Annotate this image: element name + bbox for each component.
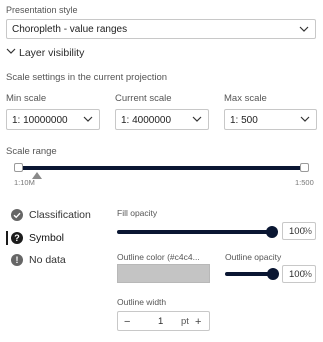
tab-no-data-label: No data (29, 254, 66, 266)
max-scale-select[interactable]: 1: 500 (224, 109, 317, 130)
min-scale-label: Min scale (6, 93, 47, 104)
outline-color-label: Outline color (#c4c4... (117, 252, 200, 262)
question-icon: ? (11, 232, 23, 244)
layer-visibility-toggle[interactable]: Layer visibility (6, 46, 84, 59)
fill-opacity-slider-track[interactable] (117, 230, 274, 234)
max-scale-value: 1: 500 (230, 115, 258, 126)
chevron-down-icon (299, 23, 309, 35)
outline-opacity-slider-thumb[interactable] (267, 268, 279, 280)
chevron-down-icon (83, 113, 93, 125)
outline-width-label: Outline width (117, 297, 167, 307)
layer-visibility-label: Layer visibility (19, 46, 85, 59)
scale-range-right-tick: 1:500 (295, 178, 314, 187)
tab-classification-label: Classification (29, 209, 91, 221)
current-scale-label: Current scale (115, 93, 172, 104)
scale-range-min-handle[interactable] (14, 163, 23, 172)
current-scale-select[interactable]: 1: 4000000 (115, 109, 209, 130)
outline-width-unit: pt (181, 316, 189, 327)
chevron-down-icon (192, 113, 202, 125)
tab-no-data[interactable]: ! No data (11, 254, 66, 266)
outline-width-value: 1 (158, 316, 164, 327)
fill-opacity-slider-thumb[interactable] (266, 226, 278, 238)
presentation-style-label: Presentation style (6, 5, 78, 15)
tab-symbol[interactable]: ? Symbol (11, 232, 64, 244)
scale-range-max-handle[interactable] (300, 163, 309, 172)
fill-opacity-value: 100 (289, 226, 305, 237)
outline-opacity-value: 100 (289, 269, 305, 280)
increment-button[interactable]: + (195, 312, 201, 332)
outline-opacity-input[interactable]: 100 % (282, 265, 316, 283)
outline-color-swatch[interactable] (117, 264, 210, 283)
fill-opacity-unit: % (303, 226, 312, 237)
chevron-down-icon (300, 113, 310, 125)
scale-settings-title: Scale settings in the current projection (6, 72, 168, 83)
check-circle-icon (11, 209, 23, 221)
tab-symbol-label: Symbol (29, 232, 65, 244)
chevron-down-icon (6, 46, 16, 59)
decrement-button[interactable]: − (124, 312, 130, 332)
max-scale-label: Max scale (224, 93, 267, 104)
tab-classification[interactable]: Classification (11, 209, 91, 221)
exclamation-icon: ! (11, 254, 23, 266)
min-scale-select[interactable]: 1: 10000000 (6, 109, 100, 130)
active-tab-indicator (6, 231, 8, 245)
current-scale-value: 1: 4000000 (121, 115, 172, 126)
outline-opacity-label: Outline opacity (225, 252, 282, 262)
fill-opacity-label: Fill opacity (117, 208, 158, 218)
min-scale-value: 1: 10000000 (12, 115, 68, 126)
outline-width-stepper[interactable]: − 1 pt + (117, 311, 210, 331)
scale-range-left-tick: 1:10M (14, 178, 35, 187)
scale-range-label: Scale range (6, 146, 57, 157)
scale-range-track[interactable] (18, 166, 306, 170)
fill-opacity-input[interactable]: 100 % (282, 222, 316, 240)
presentation-style-select[interactable]: Choropleth - value ranges (6, 19, 316, 39)
presentation-style-value: Choropleth - value ranges (12, 24, 128, 35)
outline-opacity-unit: % (303, 269, 312, 280)
